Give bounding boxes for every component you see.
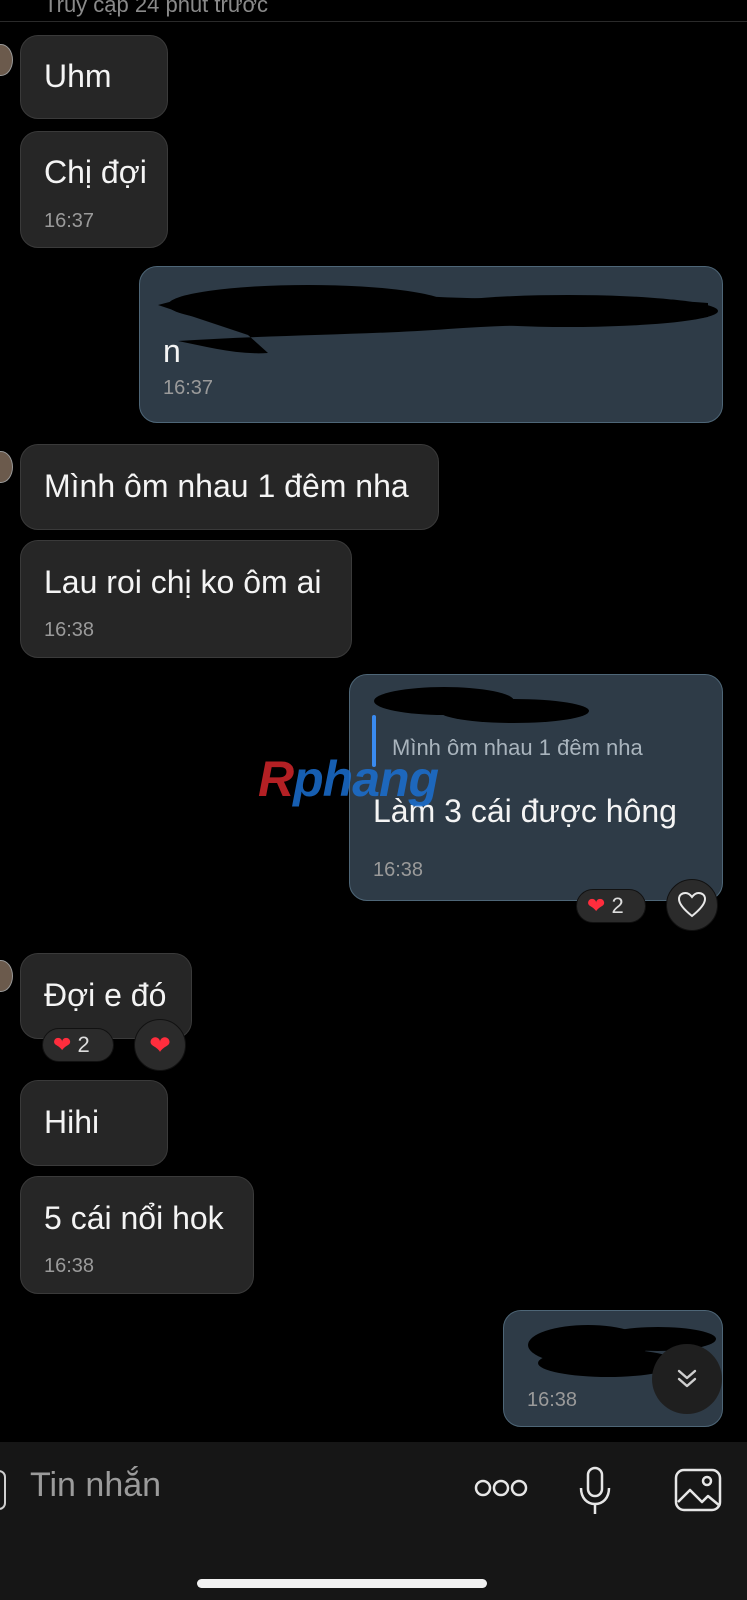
avatar[interactable] <box>0 451 13 483</box>
incoming-message[interactable]: Uhm <box>20 35 168 119</box>
more-button[interactable] <box>474 1478 528 1503</box>
microphone-button[interactable] <box>578 1466 612 1521</box>
incoming-message[interactable]: Lau roi chị ko ôm ai 16:38 <box>20 540 352 658</box>
message-input[interactable]: Tin nhắn <box>30 1466 161 1505</box>
message-text: Lau roi chị ko ôm ai <box>44 564 322 600</box>
message-text: Đợi e đó <box>44 977 167 1013</box>
chevron-double-down-icon <box>677 1369 697 1388</box>
reaction-badge[interactable]: ❤ 2 <box>42 1028 114 1062</box>
message-time: 16:38 <box>373 859 424 881</box>
more-dots-icon <box>474 1479 528 1497</box>
incoming-message[interactable]: Chị đợi 16:37 <box>20 131 168 248</box>
message-time: 16:38 <box>527 1389 578 1411</box>
my-reaction-button[interactable]: ❤ <box>134 1019 186 1071</box>
heart-icon: ❤ <box>53 1032 72 1057</box>
message-time: 16:37 <box>44 210 95 232</box>
like-button[interactable] <box>666 879 718 931</box>
reaction-count: 2 <box>77 1032 90 1057</box>
avatar[interactable] <box>0 44 13 76</box>
redaction-scribble <box>374 687 589 723</box>
image-button[interactable] <box>674 1468 722 1517</box>
attach-icon[interactable] <box>0 1470 6 1510</box>
incoming-message[interactable]: 5 cái nổi hok 16:38 <box>20 1176 254 1294</box>
reaction-count: 2 <box>611 893 624 918</box>
avatar[interactable] <box>0 960 13 992</box>
message-time: 16:37 <box>163 377 214 399</box>
message-time: 16:38 <box>44 619 95 641</box>
message-text: Hihi <box>44 1104 100 1140</box>
header-divider <box>0 21 747 22</box>
redaction-scribble <box>158 285 718 354</box>
reaction-badge[interactable]: ❤ 2 <box>576 889 646 923</box>
message-text: Uhm <box>44 58 112 94</box>
image-icon <box>674 1468 722 1512</box>
outgoing-message[interactable]: n 16:37 <box>139 266 723 423</box>
heart-icon: ❤ <box>587 893 606 918</box>
message-text: 5 cái nổi hok <box>44 1200 224 1236</box>
message-text: Mình ôm nhau 1 đêm nha <box>44 468 409 504</box>
heart-icon: ❤ <box>149 1029 171 1060</box>
microphone-icon <box>579 1466 611 1514</box>
incoming-message[interactable]: Mình ôm nhau 1 đêm nha <box>20 444 439 530</box>
message-text: Chị đợi <box>44 154 147 190</box>
incoming-message[interactable]: Hihi <box>20 1080 168 1166</box>
message-time: 16:38 <box>44 1255 95 1277</box>
home-indicator <box>197 1579 487 1588</box>
scroll-to-bottom-button[interactable] <box>652 1344 722 1414</box>
last-seen-status: Truy cập 24 phút trước <box>44 0 268 17</box>
watermark-logo: Rphang <box>258 751 439 807</box>
heart-outline-icon <box>678 892 706 918</box>
